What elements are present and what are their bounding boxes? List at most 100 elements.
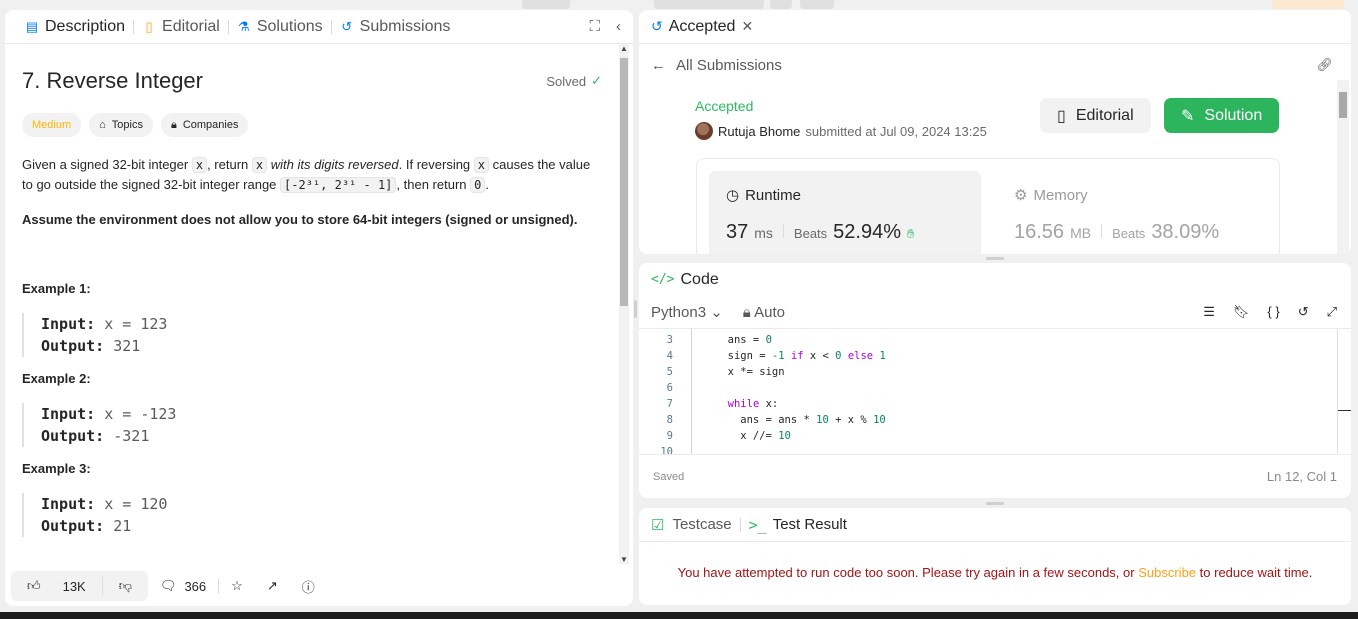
tab-description[interactable]: ▤ Description [17, 18, 133, 36]
bookmark-icon[interactable]: 🔖︎ [1233, 304, 1250, 320]
test-tabbar: ☑ Testcase >_ Test Result [639, 508, 1351, 542]
code-scrollbar[interactable] [1337, 329, 1351, 454]
output-value: -321 [113, 427, 150, 445]
link-icon[interactable]: 🔗︎ [1316, 57, 1333, 73]
editorial-button[interactable]: ▯ Editorial [1040, 98, 1151, 133]
comment-icon: 🗨︎ [159, 578, 177, 593]
code-line[interactable]: 7 while x: [639, 396, 1351, 412]
tab-test-result[interactable]: >_ Test Result [749, 516, 847, 534]
tab-submissions[interactable]: ↺ Submissions [332, 18, 459, 36]
code-x: x [191, 157, 208, 173]
scrollbar-thumb[interactable] [1339, 92, 1347, 118]
desc-text: Given a signed 32-bit integer [22, 157, 189, 172]
tab-description-label: Description [45, 17, 126, 35]
tab-editorial[interactable]: ▯ Editorial [134, 18, 228, 36]
submission-scrollbar[interactable] [1337, 80, 1349, 254]
share-button[interactable]: ↗ [255, 578, 290, 594]
output-label: Output: [41, 517, 105, 535]
solution-button-label: Solution [1204, 106, 1263, 124]
scrollbar-thumb[interactable] [620, 58, 628, 306]
header-button-hint [522, 0, 570, 9]
resize-handle[interactable] [634, 300, 637, 318]
expand-icon[interactable]: ⤢ [1327, 304, 1337, 320]
output-label: Output: [41, 427, 105, 445]
code-zero: 0 [470, 177, 486, 193]
rate-limit-message: You have attempted to run code too soon.… [639, 565, 1351, 580]
example-label: Example 1: [22, 281, 91, 296]
code-footer: Saved Ln 12, Col 1 [639, 454, 1351, 498]
tab-solutions[interactable]: ⚗ Solutions [229, 18, 331, 36]
code-line[interactable]: 8 ans = ans * 10 + x % 10 [639, 412, 1351, 428]
language-label: Python3 [651, 304, 707, 321]
tab-accepted[interactable]: Accepted [669, 18, 736, 36]
help-icon: ⓘ [301, 579, 315, 595]
submission-tabbar: ↺ Accepted ✕ [639, 10, 1351, 44]
resize-handle[interactable] [986, 502, 1004, 505]
desc-text: . [485, 177, 489, 192]
memory-stat[interactable]: ⚙ Memory 16.56 MB Beats 38.09% [997, 171, 1257, 254]
topics-button[interactable]: ⌂ Topics [89, 113, 153, 137]
memory-value: 16.56 [1014, 221, 1065, 243]
editorial-button-label: Editorial [1075, 106, 1134, 124]
reset-icon[interactable]: ↺ [1298, 304, 1309, 320]
header-button-hint [1272, 0, 1344, 9]
line-number: 8 [666, 414, 673, 426]
scroll-marker [1338, 410, 1351, 411]
all-submissions-link[interactable]: ← All Submissions 🔗︎ [639, 44, 1351, 78]
description-scrollbar[interactable]: ▲ ▼ [619, 44, 629, 564]
description-panel: ▤ Description ▯ Editorial ⚗ Solutions ↺ … [5, 10, 633, 606]
memory-beats: 38.09% [1151, 221, 1220, 243]
code-line[interactable]: 3 ans = 0 [639, 332, 1351, 348]
scroll-up-icon[interactable]: ▲ [620, 44, 628, 53]
subscribe-link[interactable]: Subscribe [1138, 565, 1196, 580]
code-line[interactable]: 5 x *= sign [639, 364, 1351, 380]
favorite-button[interactable]: ☆ [219, 578, 255, 594]
scroll-down-icon[interactable]: ▼ [620, 555, 628, 564]
performance-card: ◷ Runtime 37 ms Beats 52.94% ✋︎ ⚙ Memory 1… [696, 158, 1280, 254]
comments-button[interactable]: 🗨︎ 366 [148, 578, 218, 594]
code-line[interactable]: 4 sign = -1 if x < 0 else 1 [639, 348, 1351, 364]
clock-icon: ◷ [726, 187, 740, 204]
code-text: while x: [727, 398, 779, 410]
format-icon[interactable]: ☰ [1203, 304, 1215, 320]
stat-divider [782, 224, 784, 238]
code-line[interactable]: 9 x //= 10 [639, 428, 1351, 444]
code-line[interactable]: 10 [639, 444, 1351, 454]
book-icon: ▯ [1057, 107, 1066, 125]
username[interactable]: Rutuja Bhome [718, 124, 800, 139]
submission-panel: ↺ Accepted ✕ ← All Submissions 🔗︎ Accept… [639, 10, 1351, 254]
auto-mode[interactable]: 🔒︎ Auto [743, 304, 785, 321]
code-range: [-2³¹, 2³¹ - 1] [280, 177, 397, 193]
runtime-stat[interactable]: ◷ Runtime 37 ms Beats 52.94% ✋︎ [709, 171, 981, 254]
language-select[interactable]: Python3 ⌄ [651, 303, 723, 321]
input-value: x = 120 [104, 495, 168, 513]
code-line[interactable]: 6 [639, 380, 1351, 396]
code-editor[interactable]: 3 ans = 04 sign = -1 if x < 0 else 15 x … [639, 329, 1351, 454]
problem-description: Given a signed 32-bit integer x, return … [22, 155, 602, 195]
runtime-value: 37 [726, 221, 749, 243]
resize-handle[interactable] [986, 257, 1004, 260]
dislike-button[interactable]: 👎︎ [103, 578, 148, 594]
problem-content: 7. Reverse Integer Solved ✓ Medium ⌂ Topi… [22, 44, 602, 537]
code-header: </> Code [639, 263, 1351, 296]
close-icon[interactable]: ✕ [741, 18, 753, 35]
collapse-icon[interactable]: ‹ [616, 18, 621, 35]
tab-testcase[interactable]: ☑ Testcase [651, 516, 732, 534]
checkbox-icon: ☑ [651, 516, 665, 534]
share-icon: ↗ [266, 578, 278, 593]
stat-divider [1101, 224, 1103, 238]
braces-icon[interactable]: { } [1267, 304, 1279, 320]
solution-button[interactable]: ✎ Solution [1164, 98, 1280, 133]
companies-label: Companies [182, 119, 239, 131]
companies-button[interactable]: 🔒︎ Companies [160, 113, 249, 137]
difficulty-label: Medium [32, 119, 72, 131]
help-button[interactable]: ⓘ [290, 577, 327, 596]
example-2: Example 2: Input: x = -123 Output: -321 [22, 371, 602, 447]
maximize-icon[interactable]: ⛶ [589, 18, 600, 35]
tab-divider [739, 517, 741, 532]
lock-icon: 🔒︎ [170, 118, 177, 131]
all-submissions-label: All Submissions [676, 56, 782, 74]
like-count: 13K [62, 578, 86, 594]
code-text: ans = 0 [715, 334, 772, 346]
like-button[interactable]: 👍︎ 13K [11, 578, 102, 594]
